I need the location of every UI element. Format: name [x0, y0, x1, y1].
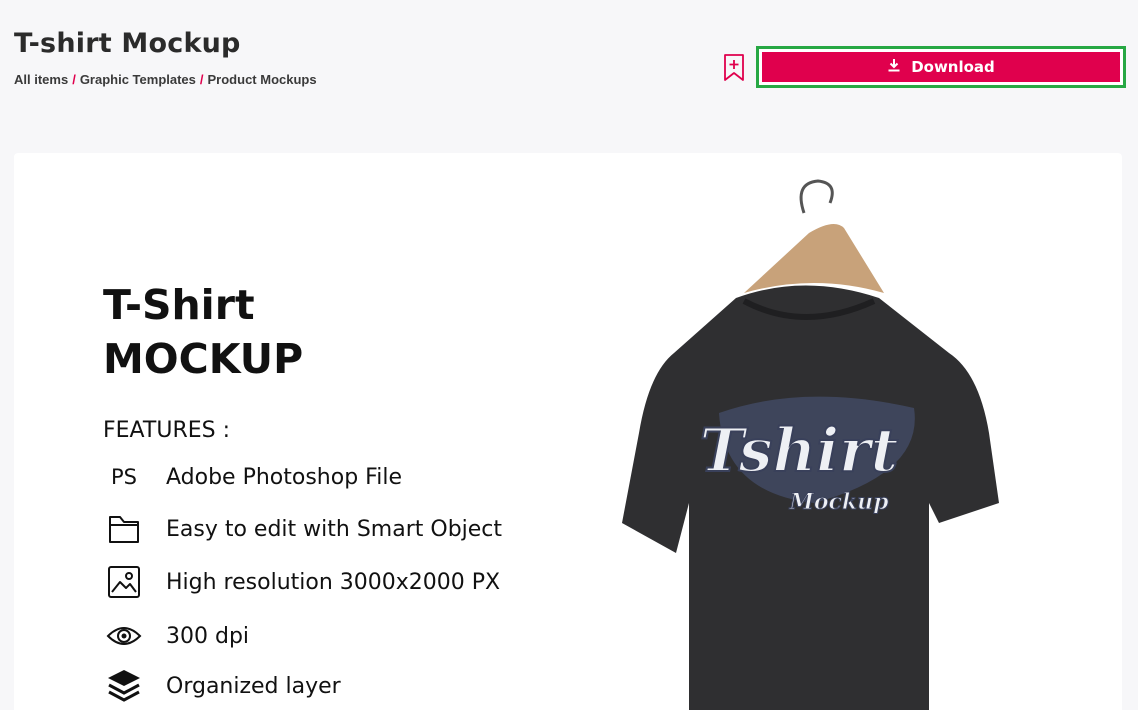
feature-text: Organized layer [166, 673, 341, 699]
image-icon [106, 564, 142, 600]
feature-item: 300 dpi [106, 618, 249, 654]
feature-text: Easy to edit with Smart Object [166, 516, 503, 542]
layers-icon [106, 668, 142, 704]
feature-item: High resolution 3000x2000 PX [106, 564, 500, 600]
breadcrumb-product-mockups[interactable]: Product Mockups [208, 72, 317, 87]
preview-heading: T-Shirt MOCKUP [103, 278, 303, 386]
breadcrumb-separator: / [199, 72, 204, 87]
feature-item: PS Adobe Photoshop File [106, 459, 402, 495]
breadcrumb: All items / Graphic Templates / Product Mock… [14, 72, 317, 87]
feature-item: Organized layer [106, 668, 341, 704]
feature-text: Adobe Photoshop File [166, 464, 402, 490]
tshirt-illustration: Tshirt Mockup [622, 179, 999, 710]
download-button[interactable]: Download [762, 52, 1120, 82]
download-icon [887, 58, 901, 76]
feature-text: High resolution 3000x2000 PX [166, 569, 501, 595]
preview-heading-line1: T-Shirt [103, 281, 255, 329]
preview-image: T-Shirt MOCKUP FEATURES : PS Adobe Photo… [14, 153, 1122, 710]
ps-icon: PS [106, 459, 142, 495]
breadcrumb-graphic-templates[interactable]: Graphic Templates [80, 72, 196, 87]
download-highlight: Download [756, 46, 1126, 88]
feature-item: Easy to edit with Smart Object [106, 511, 502, 547]
page-title: T-shirt Mockup [14, 28, 241, 59]
shirt-logo-main: Tshirt [700, 416, 899, 486]
breadcrumb-separator: / [72, 72, 76, 87]
breadcrumb-all-items[interactable]: All items [14, 72, 68, 87]
feature-text: 300 dpi [166, 623, 250, 649]
preview-heading-line2: MOCKUP [103, 335, 304, 383]
ps-glyph: PS [111, 465, 137, 489]
features-label: FEATURES : [103, 418, 230, 443]
folder-icon [106, 511, 142, 547]
shirt-logo-sub: Mockup [788, 489, 889, 515]
download-label: Download [911, 58, 995, 76]
bookmark-add-icon[interactable] [723, 54, 745, 82]
eye-icon [106, 618, 142, 654]
